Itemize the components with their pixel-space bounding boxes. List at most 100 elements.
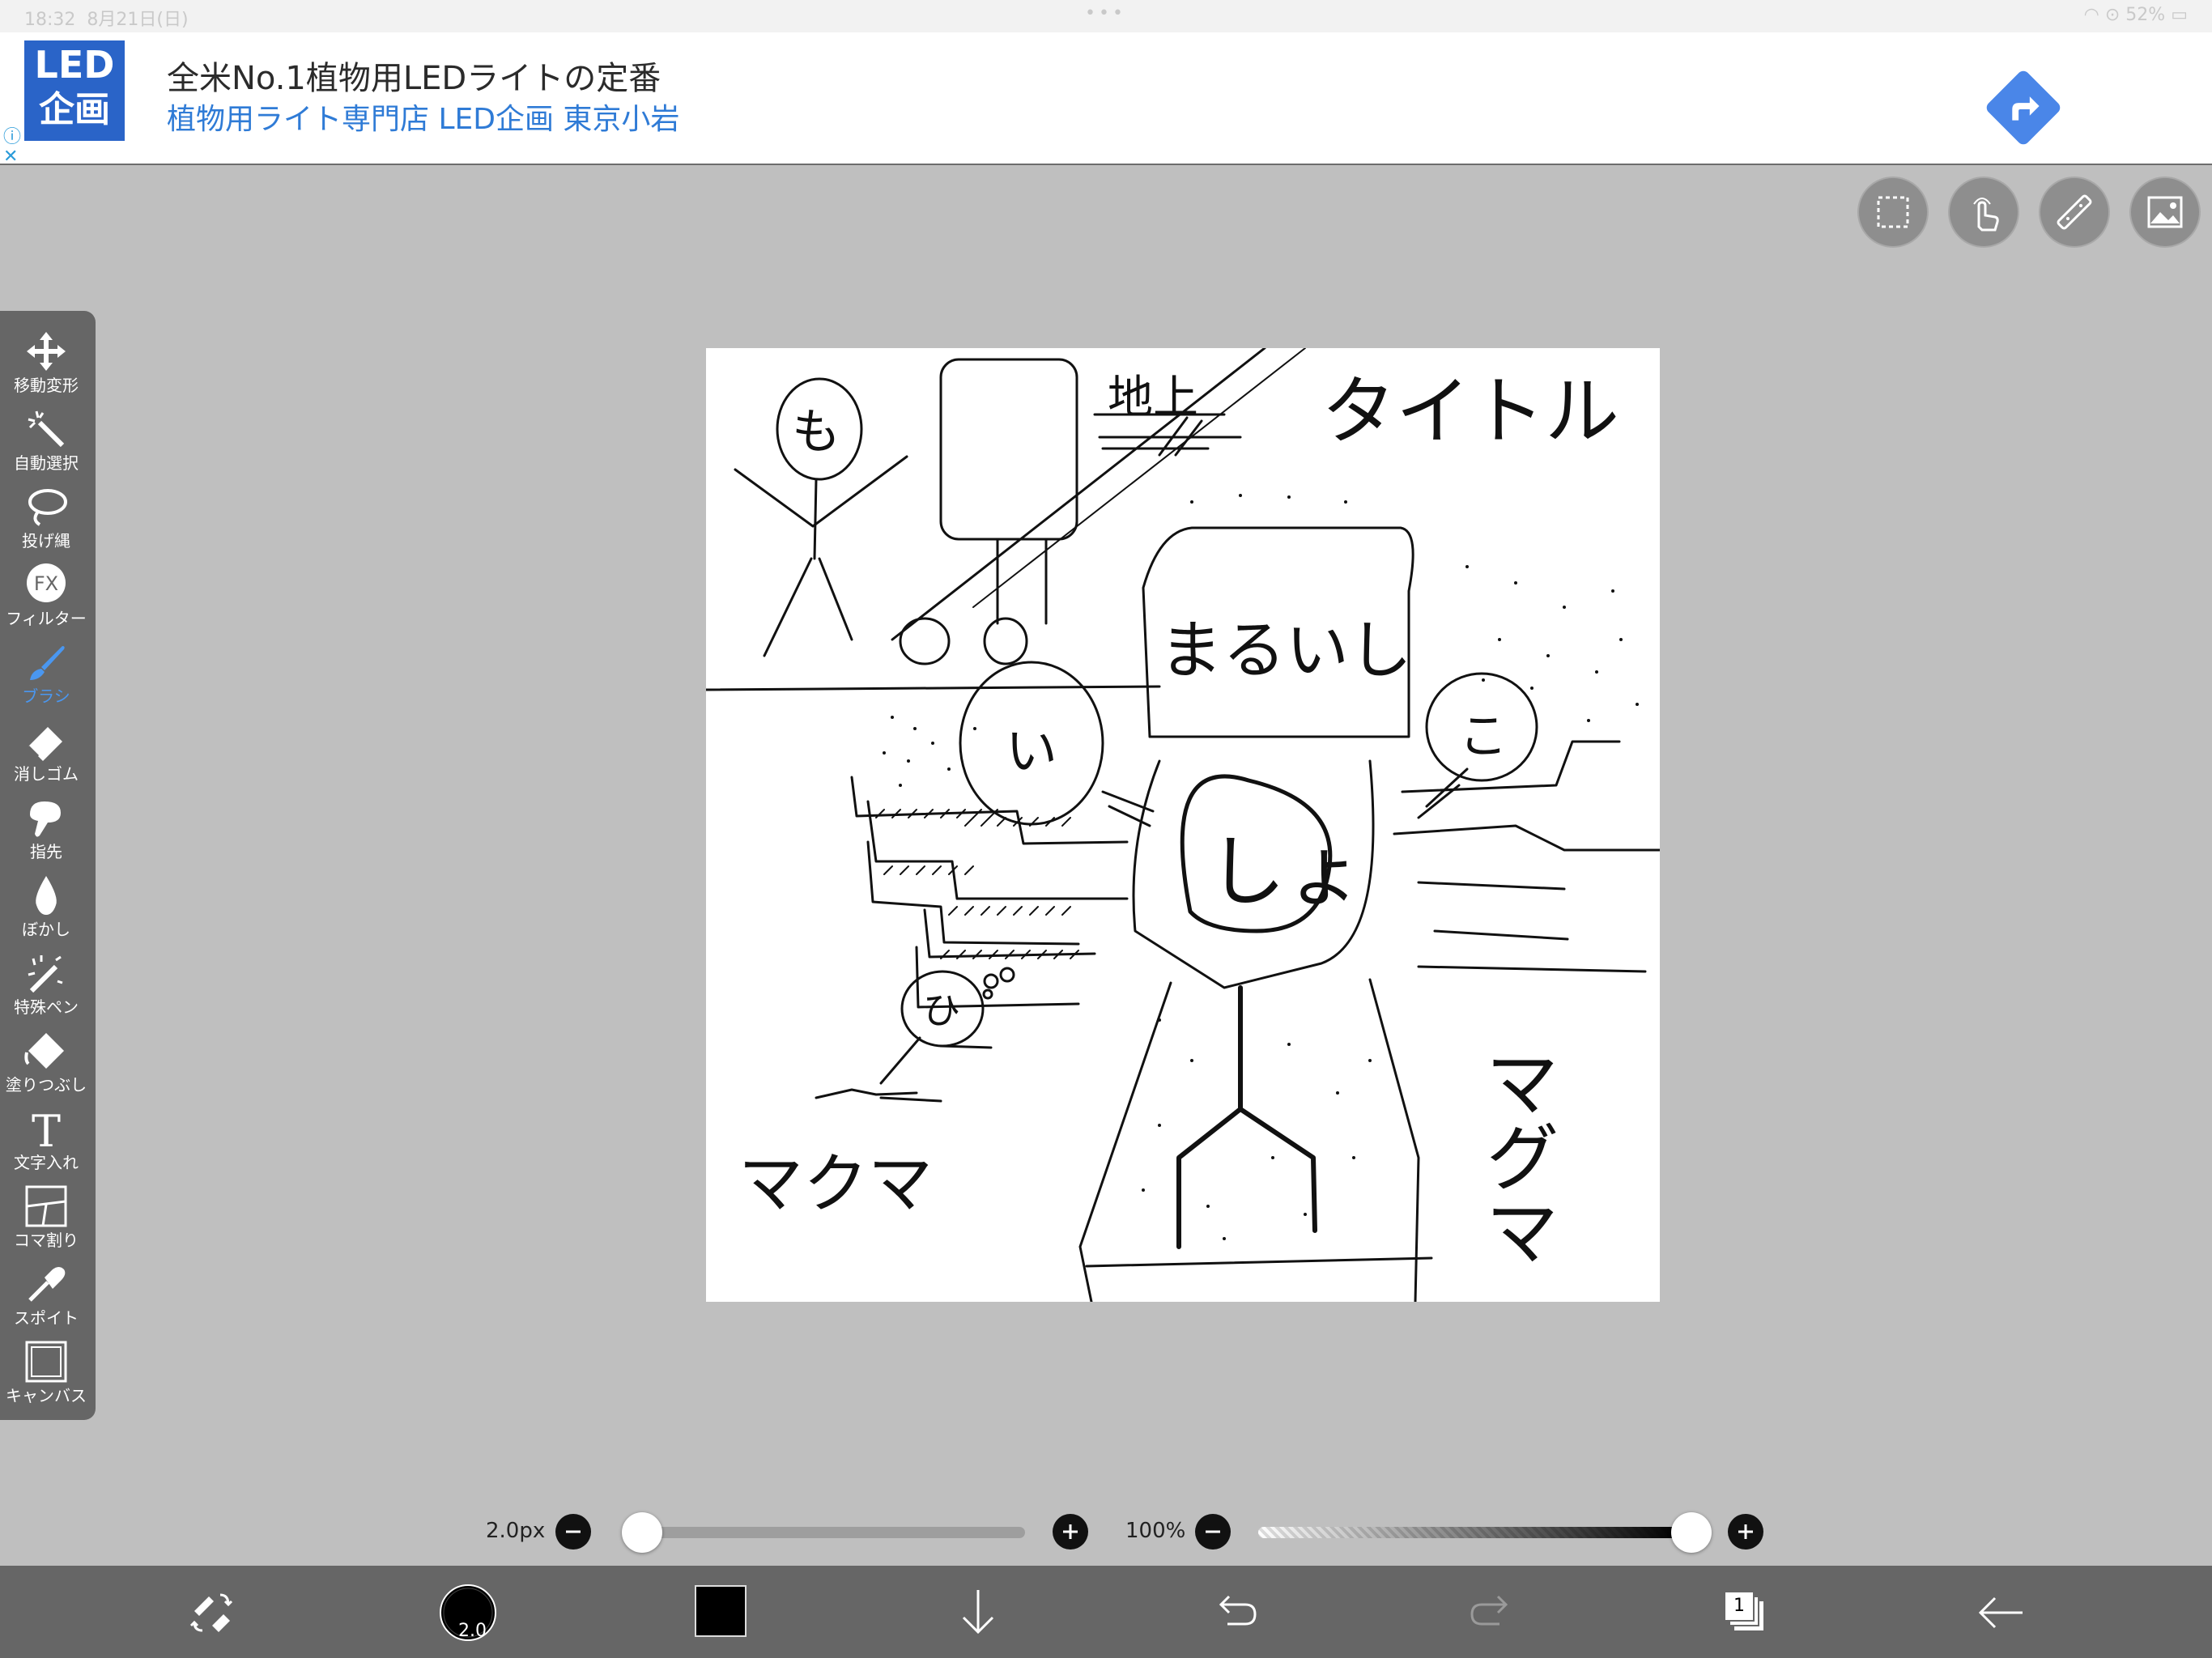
- layers-icon: [1724, 1591, 1763, 1630]
- svg-text:T: T: [32, 1106, 61, 1151]
- wifi-icon: ◠: [2083, 5, 2099, 25]
- tool-label: 移動変形: [14, 376, 79, 395]
- drawing-mo-text: も: [792, 404, 840, 461]
- ad-info-icon[interactable]: ⓘ ✕: [3, 128, 21, 167]
- brush-size-badge: 2.0: [458, 1621, 487, 1641]
- material-icon: [2147, 196, 2183, 228]
- brush-size-slider[interactable]: [622, 1527, 1025, 1538]
- move-icon: [27, 332, 66, 371]
- brush-size-slider-knob[interactable]: [622, 1512, 662, 1553]
- drawing-makuma-text: マクマ: [738, 1146, 933, 1222]
- ad-logo-line1: LED: [34, 43, 115, 87]
- tool-move[interactable]: 移動変形: [0, 327, 92, 405]
- magic-wand-icon: [28, 410, 65, 448]
- brush-opacity-label: 100%: [1125, 1519, 1186, 1543]
- status-time: 18:32: [24, 10, 76, 30]
- layers-button[interactable]: 1: [1713, 1580, 1778, 1645]
- ruler-button[interactable]: [2039, 176, 2110, 248]
- opacity-increase-button[interactable]: [1728, 1514, 1763, 1550]
- minus-icon: [566, 1530, 581, 1533]
- plus-icon: [1063, 1524, 1078, 1539]
- down-arrow-icon[interactable]: [946, 1580, 1010, 1645]
- ad-banner[interactable]: LED 企画 ⓘ ✕ 全米No.1植物用LEDライトの定番 植物用ライト専門店 L…: [0, 32, 2212, 167]
- fx-icon: FX: [27, 563, 66, 602]
- tool-label: 投げ縄: [22, 531, 70, 551]
- tool-blur[interactable]: ぼかし: [0, 871, 92, 949]
- touch-button[interactable]: [1948, 176, 2019, 248]
- drawing-illustration[interactable]: タイトル まるいし マクマ も しょ い こ ひ 地上 マグマ: [704, 346, 1661, 1303]
- tool-text[interactable]: T 文字入れ: [0, 1104, 92, 1182]
- tool-label: フィルター: [6, 609, 87, 628]
- drawing-ko-text: こ: [1459, 708, 1508, 765]
- tool-label: スポイト: [14, 1308, 79, 1328]
- color-swatch[interactable]: [695, 1585, 747, 1637]
- ad-direction-icon[interactable]: [1984, 68, 2063, 147]
- brush-size-label: 2.0px: [486, 1519, 546, 1543]
- selection-button[interactable]: [1857, 176, 1929, 248]
- eyedropper-icon: [28, 1267, 66, 1302]
- brush-opacity-slider[interactable]: [1258, 1527, 1679, 1538]
- tool-eraser[interactable]: 消しゴム: [0, 716, 92, 793]
- svg-text:FX: FX: [34, 572, 58, 595]
- tool-canvas[interactable]: キャンバス: [0, 1337, 92, 1415]
- ad-subtitle[interactable]: 植物用ライト専門店 LED企画 東京小岩: [167, 96, 679, 138]
- lasso-icon: [28, 489, 67, 526]
- tool-eyedropper[interactable]: スポイト: [0, 1260, 92, 1337]
- battery-icon: ▭: [2171, 5, 2188, 25]
- material-button[interactable]: [2129, 176, 2201, 248]
- canvas-icon: [25, 1341, 67, 1383]
- tool-palette: 移動変形 自動選択 投げ縄 FX フィルター ブラシ 消しゴム 指先 ぼかし 特…: [0, 311, 96, 1420]
- tool-label: 塗りつぶし: [5, 1075, 87, 1095]
- tool-label: ブラシ: [22, 687, 70, 706]
- status-bar: 18:32 8月21日(日) ••• ◠ ⊙ 52% ▭: [0, 0, 2212, 32]
- drawing-maguma-text: マグマ: [1473, 1044, 1559, 1268]
- ad-title[interactable]: 全米No.1植物用LEDライトの定番: [167, 52, 661, 99]
- brush-icon: [30, 646, 65, 680]
- tool-label: コマ割り: [14, 1231, 79, 1250]
- tool-lasso[interactable]: 投げ縄: [0, 483, 92, 560]
- ad-logo[interactable]: LED 企画: [24, 40, 125, 141]
- blur-drop-icon: [36, 876, 57, 915]
- back-arrow-icon[interactable]: [1969, 1580, 2034, 1645]
- tool-filter[interactable]: FX フィルター: [0, 560, 92, 638]
- tool-label: 特殊ペン: [14, 997, 79, 1017]
- tool-label: 消しゴム: [14, 764, 79, 784]
- multitask-dots-icon[interactable]: •••: [1085, 3, 1126, 23]
- finger-icon: [30, 801, 61, 837]
- battery-percent: 52%: [2125, 5, 2166, 25]
- tool-label: ぼかし: [22, 920, 70, 939]
- plus-icon: [1738, 1524, 1753, 1539]
- size-increase-button[interactable]: [1053, 1514, 1088, 1550]
- lock-rotation-icon: ⊙: [2104, 5, 2121, 25]
- status-time-date: 18:32 8月21日(日): [24, 5, 189, 31]
- eraser-icon: [27, 727, 62, 761]
- selection-icon: [1877, 196, 1909, 228]
- tool-brush[interactable]: ブラシ: [0, 638, 92, 716]
- opacity-decrease-button[interactable]: [1195, 1514, 1231, 1550]
- drawing-maruishi-text: まるいし: [1159, 614, 1412, 687]
- redo-icon[interactable]: [1459, 1580, 1524, 1645]
- tool-special-pen[interactable]: 特殊ペン: [0, 949, 92, 1027]
- tool-frame-divide[interactable]: コマ割り: [0, 1182, 92, 1260]
- bottom-toolbar: 2.0 1: [0, 1566, 2212, 1658]
- tool-label: キャンバス: [6, 1386, 87, 1405]
- tool-bucket[interactable]: 塗りつぶし: [0, 1027, 92, 1104]
- bucket-icon: [24, 1033, 64, 1069]
- brush-opacity-slider-knob[interactable]: [1671, 1512, 1712, 1553]
- ruler-icon: [2057, 194, 2092, 230]
- ad-logo-line2: 企画: [39, 89, 110, 130]
- brush-size-preview[interactable]: 2.0: [436, 1580, 500, 1645]
- drawing-canvas[interactable]: タイトル まるいし マクマ も しょ い こ ひ 地上 マグマ: [704, 346, 1661, 1303]
- tool-label: 自動選択: [14, 453, 79, 473]
- status-date: 8月21日(日): [87, 10, 189, 30]
- size-decrease-button[interactable]: [555, 1514, 591, 1550]
- drawing-sho-text: しょ: [1208, 827, 1363, 917]
- tool-finger[interactable]: 指先: [0, 793, 92, 871]
- pen-eraser-swap-icon[interactable]: [180, 1580, 245, 1645]
- drawing-i-text: い: [1006, 722, 1057, 782]
- touch-icon: [1973, 198, 1999, 232]
- drawing-title-text: タイトル: [1321, 368, 1619, 455]
- undo-icon[interactable]: [1203, 1580, 1268, 1645]
- frame-divide-icon: [25, 1185, 67, 1227]
- tool-magic-wand[interactable]: 自動選択: [0, 405, 92, 483]
